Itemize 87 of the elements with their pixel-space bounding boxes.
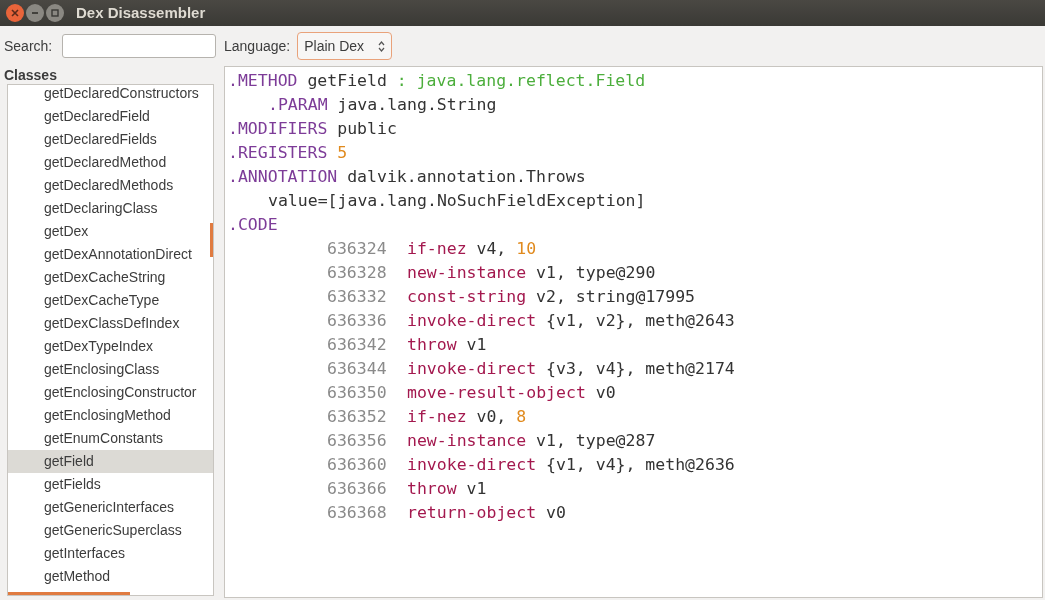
directive-keyword: .REGISTERS (228, 142, 328, 164)
offset: 636332 (327, 286, 388, 308)
number-literal: 8 (516, 406, 527, 428)
class-list-item[interactable]: getEnumConstants (8, 427, 213, 450)
language-label: Language: (224, 36, 291, 56)
opcode: invoke-direct (407, 358, 537, 380)
class-list-item[interactable]: getFields (8, 473, 213, 496)
maximize-button[interactable] (46, 4, 64, 22)
directive-keyword: .METHOD (228, 70, 298, 92)
return-type: : java.lang.reflect.Field (396, 70, 646, 92)
opcode: const-string (407, 286, 527, 308)
opcode: if-nez (407, 238, 467, 260)
code-text: {v3, v4}, meth@2174 (546, 358, 735, 380)
offset: 636336 (327, 310, 388, 332)
offset: 636328 (327, 262, 388, 284)
class-list-item[interactable]: getDeclaredFields (8, 128, 213, 151)
offset: 636324 (327, 238, 388, 260)
opcode: move-result-object (407, 382, 586, 404)
search-label: Search: (4, 36, 53, 56)
code-text: {v1, v4}, meth@2636 (546, 454, 735, 476)
close-button[interactable] (6, 4, 24, 22)
code-text: v1 (466, 478, 487, 500)
code-text: v0 (546, 502, 566, 524)
class-list-item[interactable]: getDexClassDefIndex (8, 312, 213, 335)
class-list-item[interactable]: getMethod (8, 565, 213, 588)
opcode: throw (407, 334, 457, 356)
spinner-icon (378, 40, 386, 52)
class-list-item[interactable]: getGenericInterfaces (8, 496, 213, 519)
class-list-item[interactable]: getField (8, 450, 213, 473)
offset: 636344 (327, 358, 388, 380)
classes-heading: Classes (4, 67, 58, 83)
code-text: java.lang.String (337, 94, 497, 116)
class-list-item[interactable]: getDexTypeIndex (8, 335, 213, 358)
class-list-item[interactable]: getGenericSuperclass (8, 519, 213, 542)
class-list-item[interactable]: getDeclaredMethods (8, 174, 213, 197)
directive-keyword: .ANNOTATION (228, 166, 338, 188)
language-dropdown[interactable]: Plain Dex (297, 32, 393, 60)
offset: 636366 (327, 478, 388, 500)
opcode: return-object (407, 502, 537, 524)
offset: 636360 (327, 454, 388, 476)
scroll-indicator (210, 223, 213, 257)
close-icon (11, 9, 19, 17)
opcode: invoke-direct (407, 310, 537, 332)
directive-keyword: .CODE (228, 214, 278, 236)
class-list-item[interactable]: getDexCacheType (8, 289, 213, 312)
code-text: dalvik.annotation.Throws (347, 166, 586, 188)
class-list-item[interactable]: getDeclaredMethod (8, 151, 213, 174)
search-field[interactable] (62, 34, 217, 58)
code-text: getField (307, 70, 387, 92)
minimize-button[interactable] (26, 4, 44, 22)
number-literal: 5 (337, 142, 348, 164)
code-text: v1, type@290 (536, 262, 656, 284)
offset: 636342 (327, 334, 388, 356)
code-text: v0 (595, 382, 616, 404)
code-text: public (337, 118, 397, 140)
minimize-icon (31, 9, 39, 17)
offset: 636356 (327, 430, 388, 452)
class-list-item[interactable]: getEnclosingClass (8, 358, 213, 381)
opcode: new-instance (407, 430, 527, 452)
code-text: value=[java.lang.NoSuchFieldException] (268, 190, 646, 212)
class-list-item[interactable]: getInterfaces (8, 542, 213, 565)
maximize-icon (51, 9, 59, 17)
offset: 636368 (327, 502, 388, 524)
class-list-item[interactable]: getDeclaredField (8, 105, 213, 128)
window-title: Dex Disassembler (76, 2, 206, 23)
offset: 636352 (327, 406, 388, 428)
class-list-item[interactable]: getDeclaredConstructors (8, 85, 213, 105)
class-list-item[interactable]: getDexAnnotationDirect (8, 243, 213, 266)
directive-keyword: .PARAM (268, 94, 328, 116)
code-text: v1 (466, 334, 487, 356)
opcode: if-nez (407, 406, 467, 428)
code-text: v4, (476, 238, 507, 260)
offset: 636350 (327, 382, 388, 404)
code-text: v2, string@17995 (536, 286, 696, 308)
class-list-item[interactable]: getEnclosingConstructor (8, 381, 213, 404)
opcode: new-instance (407, 262, 527, 284)
opcode: throw (407, 478, 457, 500)
directive-keyword: .MODIFIERS (228, 118, 328, 140)
class-list-item[interactable]: getDeclaringClass (8, 197, 213, 220)
class-list-item[interactable]: getDexCacheString (8, 266, 213, 289)
code-text: {v1, v2}, meth@2643 (546, 310, 735, 332)
code-text: v0, (476, 406, 507, 428)
class-list-item[interactable]: getEnclosingMethod (8, 404, 213, 427)
code-text: v1, type@287 (536, 430, 656, 452)
opcode: invoke-direct (407, 454, 537, 476)
class-list-item[interactable]: getDex (8, 220, 213, 243)
number-literal: 10 (516, 238, 537, 260)
